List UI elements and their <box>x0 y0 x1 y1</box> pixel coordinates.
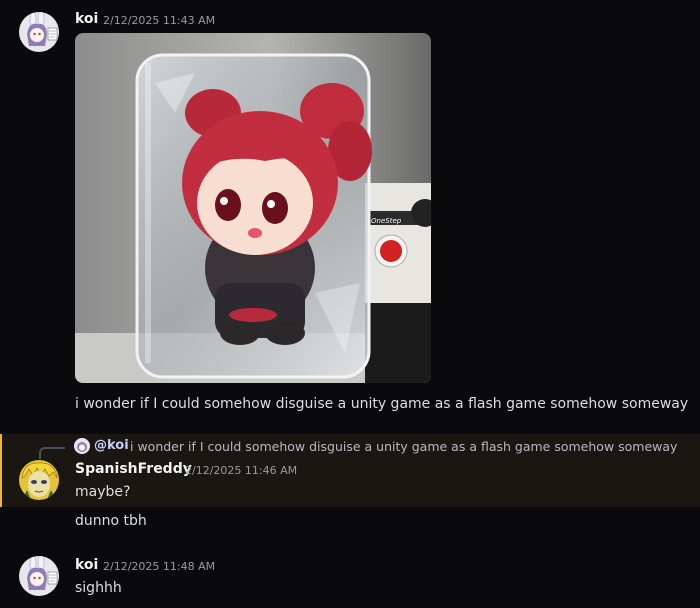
reply-preview-text[interactable]: i wonder if I could somehow disguise a u… <box>130 439 677 454</box>
spanishfreddy-avatar-icon <box>19 460 59 500</box>
message-author[interactable]: SpanishFreddy <box>75 461 192 477</box>
message-text: i wonder if I could somehow disguise a u… <box>75 396 689 412</box>
message-author[interactable]: koi <box>75 11 98 27</box>
message-timestamp[interactable]: 2/12/2025 11:48 AM <box>103 560 215 573</box>
koi-avatar-icon <box>19 12 59 52</box>
plush-in-ice-photo: OneStep <box>75 33 431 383</box>
koi-avatar[interactable] <box>19 556 59 596</box>
reply-author-avatar-icon[interactable] <box>74 438 90 454</box>
device-sticker-label: OneStep <box>371 217 402 225</box>
reply-spine-icon <box>39 447 65 459</box>
message-text: dunno tbh <box>75 513 147 529</box>
spanishfreddy-avatar[interactable] <box>19 460 59 500</box>
message-timestamp[interactable]: 2/12/2025 11:46 AM <box>185 464 297 477</box>
message-text: sighhh <box>75 580 122 596</box>
message-text: maybe? <box>75 484 131 500</box>
koi-avatar[interactable] <box>19 12 59 52</box>
mention-highlight-bar <box>0 434 2 507</box>
image-attachment[interactable]: OneStep <box>75 33 431 383</box>
message-author[interactable]: koi <box>75 557 98 573</box>
reply-mention[interactable]: @koi <box>94 438 129 453</box>
message-timestamp[interactable]: 2/12/2025 11:43 AM <box>103 14 215 27</box>
koi-avatar-icon <box>19 556 59 596</box>
